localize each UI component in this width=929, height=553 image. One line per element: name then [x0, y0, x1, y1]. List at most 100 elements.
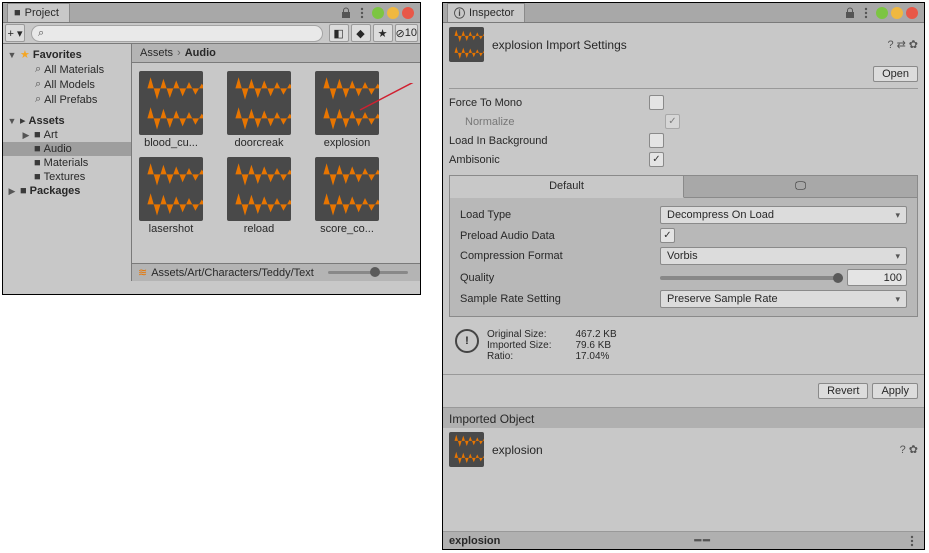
project-body: ▼ ★ Favorites ⌕All Materials ⌕All Models… — [3, 44, 420, 281]
create-button[interactable]: + ▾ — [5, 24, 25, 42]
folder-label: Audio — [44, 143, 72, 155]
favorites-label: Favorites — [33, 49, 82, 61]
folder-materials[interactable]: ■Materials — [3, 156, 131, 170]
asset-tile[interactable]: score_co... — [312, 157, 382, 235]
asset-tile[interactable]: lasershot — [136, 157, 206, 235]
folder-label: Materials — [44, 157, 89, 169]
inspector-tab-label: Inspector — [469, 7, 514, 19]
info-icon: ! — [455, 329, 479, 353]
sample-rate-dropdown[interactable]: Preserve Sample Rate ▾ — [660, 290, 907, 308]
ambisonic-checkbox[interactable] — [649, 152, 664, 167]
panel-menu-icon[interactable] — [356, 7, 368, 19]
help-icon[interactable]: ? — [900, 444, 906, 456]
asset-tile[interactable]: reload — [224, 157, 294, 235]
revert-button[interactable]: Revert — [818, 383, 868, 399]
imported-size-label: Imported Size: — [487, 340, 551, 351]
inspector-tab[interactable]: ⓘ Inspector — [447, 3, 525, 22]
panel-menu-icon[interactable] — [906, 535, 918, 547]
assets-header[interactable]: ▼ ▸ Assets — [3, 113, 131, 128]
imported-size-value: 79.6 KB — [575, 340, 616, 351]
lock-icon[interactable] — [340, 7, 352, 19]
gear-icon[interactable]: ✿ — [909, 443, 918, 456]
minimize-icon[interactable] — [372, 7, 384, 19]
force-to-mono-label: Force To Mono — [449, 97, 649, 109]
fav-label: All Materials — [44, 64, 104, 76]
quality-value-field[interactable]: 100 — [847, 269, 907, 286]
close-icon[interactable] — [402, 7, 414, 19]
chevron-down-icon: ▼ — [7, 50, 17, 60]
panel-controls — [340, 7, 420, 19]
asset-tile[interactable]: doorcreak — [224, 71, 294, 149]
fav-item-prefabs[interactable]: ⌕All Prefabs — [3, 92, 131, 107]
chevron-right-icon: ▶ — [7, 186, 17, 197]
compression-dropdown[interactable]: Vorbis ▾ — [660, 247, 907, 265]
hidden-packages-button[interactable]: ⊘ 10 — [395, 24, 418, 42]
breadcrumb-current[interactable]: Audio — [185, 47, 216, 59]
imported-object-header: Imported Object — [443, 407, 924, 428]
slider-thumb[interactable] — [833, 273, 843, 283]
panel-menu-icon[interactable] — [860, 7, 872, 19]
search-input[interactable]: ⌕ — [31, 25, 323, 42]
waveform-thumbnail — [139, 71, 203, 135]
project-tab[interactable]: ■ Project — [7, 3, 70, 22]
force-to-mono-row: Force To Mono — [443, 93, 924, 112]
favorites-header[interactable]: ▼ ★ Favorites — [3, 47, 131, 62]
asset-tile[interactable]: blood_cu... — [136, 71, 206, 149]
project-footer: ≋ Assets/Art/Characters/Teddy/Text — [132, 263, 420, 281]
fav-item-models[interactable]: ⌕All Models — [3, 77, 131, 92]
drag-handle-icon[interactable]: ━━ — [695, 534, 712, 547]
apply-button[interactable]: Apply — [872, 383, 918, 399]
folder-label: Art — [44, 129, 58, 141]
sample-rate-label: Sample Rate Setting — [460, 293, 660, 305]
folder-art[interactable]: ▶■Art — [3, 128, 131, 142]
breadcrumb[interactable]: Assets › Audio — [132, 44, 420, 63]
load-type-dropdown[interactable]: Decompress On Load ▾ — [660, 206, 907, 224]
compression-row: Compression Format Vorbis ▾ — [454, 245, 913, 267]
gear-icon[interactable]: ✿ — [909, 38, 918, 51]
folder-audio[interactable]: ■Audio — [3, 142, 131, 156]
search-icon: ⌕ — [35, 78, 41, 91]
tab-default[interactable]: Default — [450, 176, 684, 198]
preset-icon[interactable]: ⇄ — [897, 38, 906, 51]
load-bg-checkbox[interactable] — [649, 133, 664, 148]
compression-value: Vorbis — [667, 250, 698, 262]
open-button[interactable]: Open — [873, 66, 918, 82]
packages-header[interactable]: ▶ ■ Packages — [3, 184, 131, 198]
preview-bar[interactable]: explosion ━━ — [443, 531, 924, 549]
maximize-icon[interactable] — [891, 7, 903, 19]
search-icon: ⌕ — [38, 27, 44, 40]
preload-checkbox[interactable] — [660, 228, 675, 243]
quality-slider[interactable] — [660, 276, 843, 280]
close-icon[interactable] — [906, 7, 918, 19]
asset-tile[interactable]: explosion — [312, 71, 382, 149]
lock-icon[interactable] — [844, 7, 856, 19]
help-icon[interactable]: ? — [887, 39, 893, 51]
tile-label: lasershot — [136, 223, 206, 235]
fav-label: All Prefabs — [44, 94, 97, 106]
tab-standalone[interactable]: 🖵 — [684, 176, 917, 198]
chevron-down-icon: ▾ — [895, 210, 900, 221]
window-traffic-lights — [876, 7, 918, 19]
project-panel: ■ Project + ▾ ⌕ ◧ ◆ ★ ⊘ 10 ▼ — [2, 2, 421, 295]
force-to-mono-checkbox[interactable] — [649, 95, 664, 110]
filter-by-type-button[interactable]: ◧ — [329, 24, 349, 42]
fav-item-materials[interactable]: ⌕All Materials — [3, 62, 131, 77]
save-search-button[interactable]: ★ — [373, 24, 393, 42]
inspector-title: explosion Import Settings — [492, 38, 627, 52]
minimize-icon[interactable] — [876, 7, 888, 19]
maximize-icon[interactable] — [387, 7, 399, 19]
folder-icon: ■ — [34, 157, 41, 169]
folder-textures[interactable]: ■Textures — [3, 170, 131, 184]
search-icon: ⌕ — [35, 93, 41, 106]
quality-label: Quality — [460, 272, 660, 284]
hidden-count: 10 — [405, 27, 417, 39]
ratio-value: 17.04% — [575, 351, 616, 362]
slider-thumb[interactable] — [370, 267, 380, 277]
breadcrumb-root[interactable]: Assets — [140, 47, 173, 59]
project-tab-label: Project — [25, 7, 59, 19]
load-type-value: Decompress On Load — [667, 209, 774, 221]
window-traffic-lights — [372, 7, 414, 19]
load-type-row: Load Type Decompress On Load ▾ — [454, 204, 913, 226]
filter-by-label-button[interactable]: ◆ — [351, 24, 371, 42]
thumbnail-size-slider[interactable] — [328, 271, 408, 274]
